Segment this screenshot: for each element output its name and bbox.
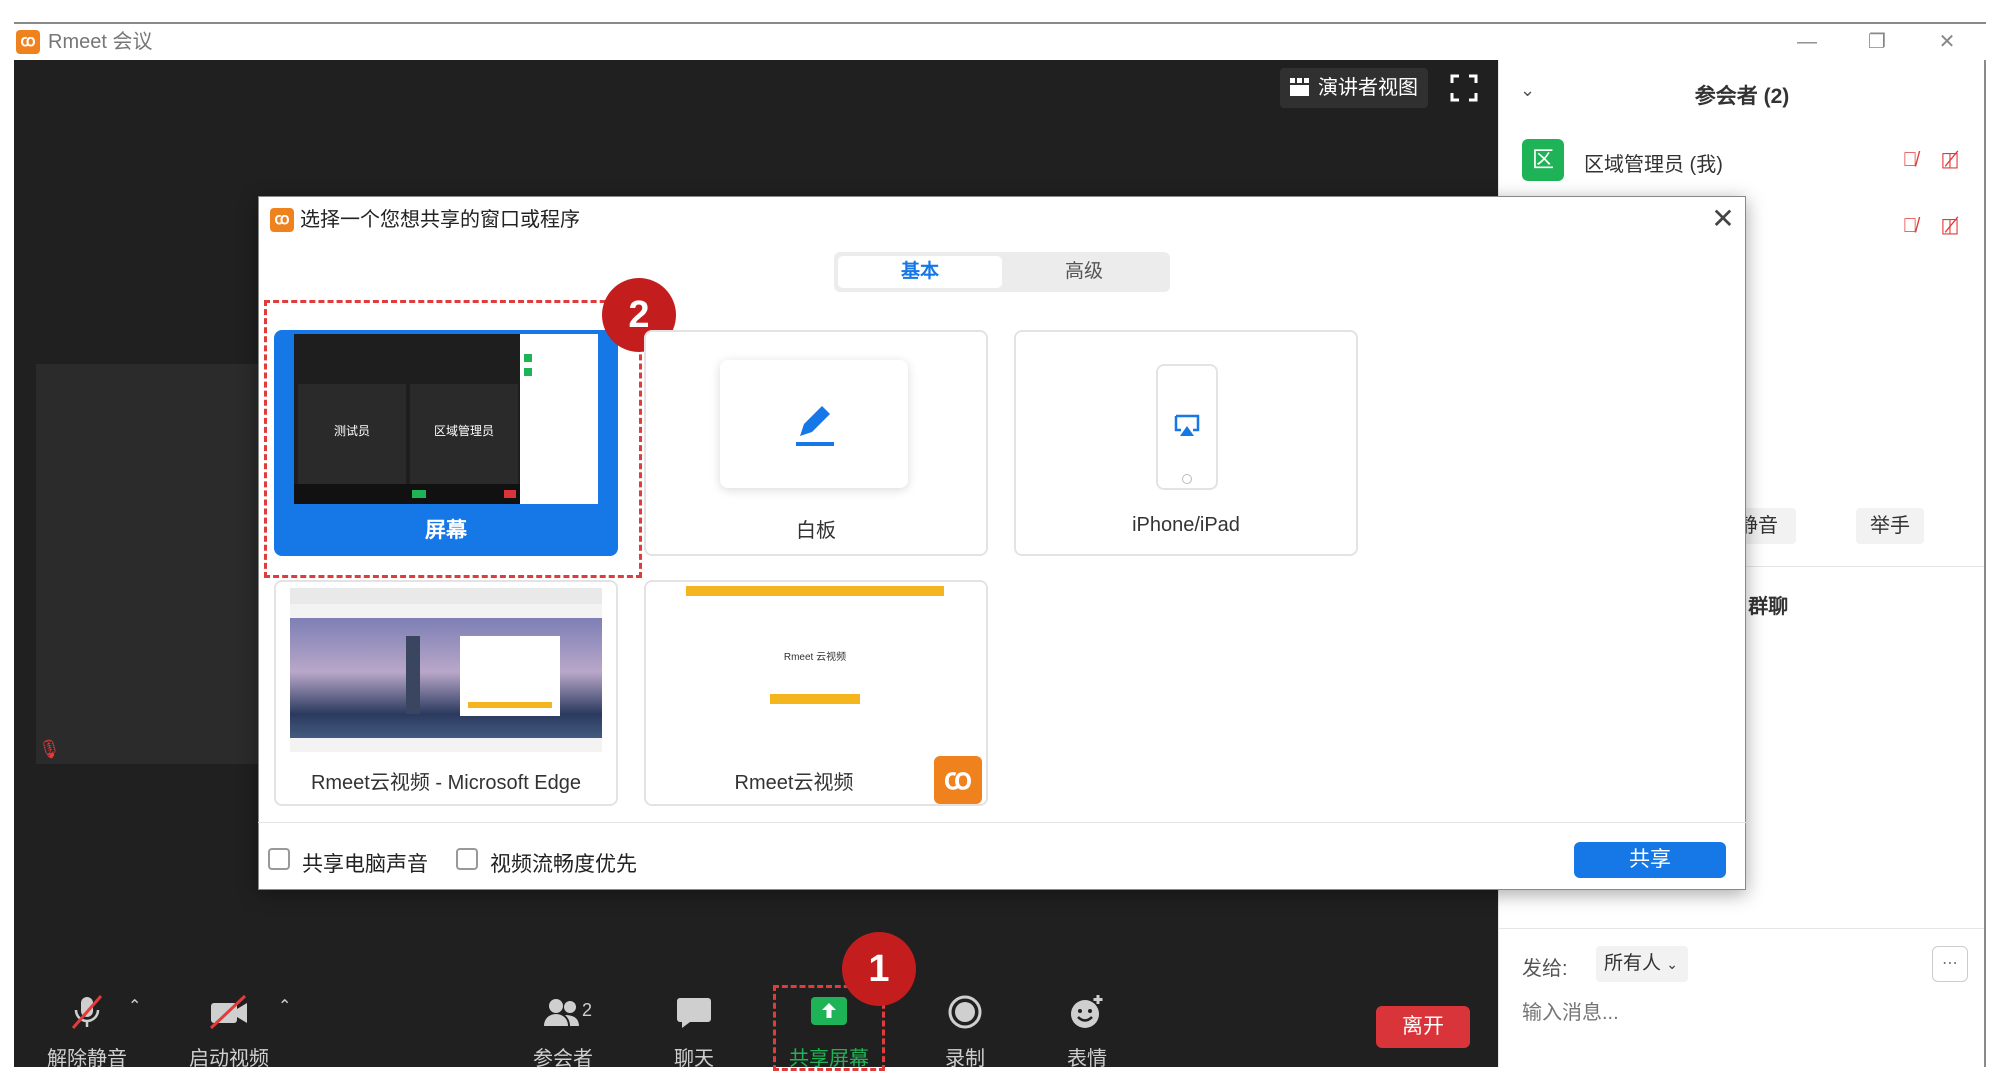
record-label: 录制 <box>945 1048 985 1070</box>
message-input[interactable] <box>1522 998 1962 1028</box>
chat-label: 聊天 <box>674 1048 714 1070</box>
screen-selection-highlight <box>264 300 642 578</box>
speaker-view-label: 演讲者视图 <box>1318 77 1418 99</box>
leave-button[interactable]: 离开 <box>1376 1006 1470 1048</box>
reactions-label: 表情 <box>1067 1048 1107 1070</box>
participant2-camera-off-icon[interactable]: ◫̸ <box>1935 211 1965 241</box>
tab-advanced[interactable]: 高级 <box>1002 256 1166 288</box>
mic-options-caret-icon[interactable]: ⌃ <box>128 996 141 1016</box>
send-to-select[interactable]: 所有人 ⌄ <box>1596 946 1688 982</box>
tab-basic[interactable]: 基本 <box>838 256 1002 288</box>
title-bar <box>14 24 1986 60</box>
edge-window-thumbnail <box>290 588 602 752</box>
more-options-button[interactable]: ⋯ <box>1932 946 1968 982</box>
chat-bubble-icon <box>677 998 711 1028</box>
send-to-value: 所有人 <box>1604 953 1662 974</box>
participant-camera-off-icon[interactable]: ◫̸ <box>1935 145 1965 175</box>
share-audio-label: 共享电脑声音 <box>302 853 428 876</box>
record-icon <box>948 995 982 1029</box>
pencil-icon <box>796 406 834 446</box>
dialog-close-icon[interactable]: ✕ <box>1706 202 1740 236</box>
phone-home-button-icon <box>1182 474 1192 484</box>
restore-icon[interactable]: ❐ <box>1862 30 1892 54</box>
video-fluency-checkbox[interactable] <box>456 848 478 870</box>
share-button[interactable]: 共享 <box>1574 842 1726 878</box>
video-options-caret-icon[interactable]: ⌃ <box>278 996 291 1016</box>
participant-mic-muted-icon[interactable]: 🎙̸ <box>1895 145 1925 175</box>
camera-off-icon <box>209 994 247 1030</box>
chat-button[interactable]: 聊天 <box>639 994 749 1071</box>
emoji-icon <box>1071 995 1103 1028</box>
chat-divider <box>1498 928 1984 929</box>
participants-icon <box>544 999 579 1026</box>
rmeet-app-icon: ꭃ <box>934 756 982 804</box>
mic-muted-icon <box>71 995 103 1029</box>
window-edge-label: Rmeet云视频 - Microsoft Edge <box>310 772 582 794</box>
window-rmeet-label: Rmeet云视频 <box>734 772 854 794</box>
option-whiteboard-label: 白板 <box>796 520 836 542</box>
dialog-title: 选择一个您想共享的窗口或程序 <box>300 209 580 231</box>
muted-mic-icon: 🎙 <box>38 739 61 759</box>
callout-badge-1: 1 <box>842 932 916 1006</box>
avatar: 区 <box>1522 139 1564 181</box>
start-video-button[interactable]: 启动视频 <box>174 994 284 1071</box>
raise-hand-button[interactable]: 举手 <box>1856 508 1924 544</box>
thumb-login-title: Rmeet 云视频 <box>783 652 847 663</box>
close-window-icon[interactable]: ✕ <box>1932 30 1962 54</box>
share-audio-checkbox[interactable] <box>268 848 290 870</box>
unmute-label: 解除静音 <box>47 1048 127 1070</box>
participant2-mic-muted-icon[interactable]: 🎙̸ <box>1895 211 1925 241</box>
option-iphone-label: iPhone/iPad <box>1132 514 1240 536</box>
chevron-down-icon: ⌄ <box>1666 956 1679 972</box>
participants-button[interactable]: 2 参会者 <box>508 994 618 1071</box>
rmeet-logo-icon: ꭃ <box>16 30 40 54</box>
participant-video-tile <box>36 364 266 764</box>
send-to-label: 发给: <box>1522 958 1568 980</box>
dialog-footer-divider <box>258 822 1746 823</box>
reactions-button[interactable]: 表情 <box>1032 994 1142 1071</box>
rmeet-window-thumbnail: Rmeet 云视频 <box>686 586 944 750</box>
start-video-label: 启动视频 <box>189 1048 269 1070</box>
minimize-icon[interactable]: — <box>1792 30 1822 54</box>
dialog-rmeet-logo-icon: ꭃ <box>270 208 294 232</box>
fullscreen-icon[interactable] <box>1448 72 1480 104</box>
participants-title: 参会者 (2) <box>1694 85 1790 108</box>
grid-view-icon <box>1290 78 1309 96</box>
video-fluency-label: 视频流畅度优先 <box>490 853 637 876</box>
participants-count: 2 <box>582 1000 593 1020</box>
airplay-icon <box>1174 414 1200 436</box>
app-title: Rmeet 会议 <box>48 31 153 53</box>
unmute-button[interactable]: 解除静音 <box>32 994 142 1071</box>
participant-name: 区域管理员 (我) <box>1584 154 1723 176</box>
record-button[interactable]: 录制 <box>910 994 1020 1071</box>
participants-label: 参会者 <box>533 1048 593 1070</box>
